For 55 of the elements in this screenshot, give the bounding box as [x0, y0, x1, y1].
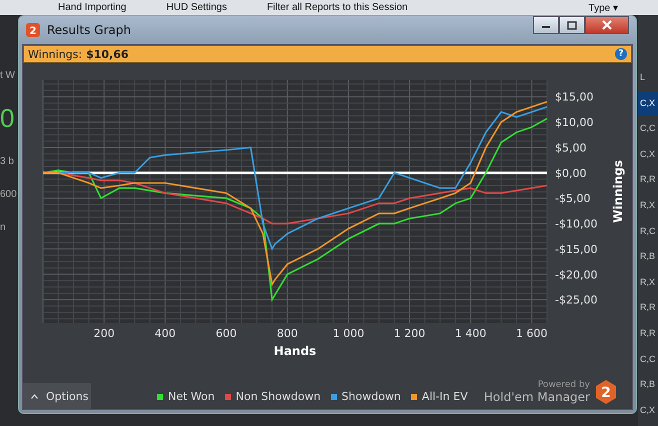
- table-cell[interactable]: C,C: [638, 346, 658, 372]
- toolbar-item[interactable]: Hand Importing: [58, 2, 126, 13]
- y-tick-label: $15,00: [555, 90, 594, 104]
- y-tick-label: -$25,00: [555, 294, 598, 307]
- table-cell[interactable]: R,B: [638, 244, 658, 270]
- table-cell[interactable]: R,X: [638, 270, 658, 296]
- table-cell[interactable]: C,C: [638, 116, 658, 142]
- y-axis-title: Winnings: [611, 160, 625, 223]
- legend-label: Net Won: [168, 390, 215, 403]
- x-tick-label: 1 600: [516, 327, 548, 340]
- help-button[interactable]: ?: [615, 48, 627, 60]
- legend-label: Showdown: [342, 390, 401, 403]
- toolbar-item[interactable]: HUD Settings: [166, 2, 227, 13]
- x-tick-label: 400: [154, 327, 176, 340]
- background-text: 600: [0, 189, 17, 200]
- legend-label: All-In EV: [422, 390, 468, 403]
- brand-logo: 2: [594, 379, 618, 405]
- background-text: t W: [0, 70, 15, 81]
- app-logo: 2: [26, 23, 40, 37]
- powered-by-text: Powered by: [538, 380, 590, 390]
- y-tick-label: $10,00: [555, 116, 594, 130]
- winnings-label: Winnings:: [28, 48, 82, 60]
- y-tick-label: -$10,00: [555, 218, 598, 231]
- background-text: n: [0, 222, 6, 233]
- column-header: L: [639, 71, 646, 84]
- table-cell[interactable]: R,R: [638, 320, 658, 347]
- legend-label: Non Showdown: [236, 390, 321, 403]
- y-tick-label: -$5,00: [555, 192, 590, 206]
- x-tick-label: 1 000: [332, 327, 364, 340]
- table-cell[interactable]: R,X: [638, 192, 658, 219]
- product-name: Hold'em Manager: [484, 390, 590, 404]
- options-button[interactable]: Options: [23, 383, 91, 409]
- y-tick-label: -$15,00: [555, 242, 598, 256]
- x-tick-label: 200: [94, 327, 115, 340]
- table-cell[interactable]: R,R: [638, 167, 658, 193]
- toolbar-item[interactable]: Type ▾: [588, 2, 618, 14]
- background-text: 0: [0, 103, 14, 134]
- x-tick-label: 800: [276, 327, 298, 340]
- y-tick-label: $5,00: [555, 141, 586, 154]
- x-tick-label: 1 200: [394, 327, 426, 340]
- winnings-value: $10,66: [86, 48, 129, 60]
- x-tick-label: 1 400: [454, 327, 486, 340]
- toolbar-item[interactable]: Filter all Reports to this Session: [266, 2, 408, 13]
- x-axis-title: Hands: [274, 344, 316, 358]
- table-cell[interactable]: C,X: [638, 142, 658, 168]
- background-text: 3 b: [0, 156, 14, 167]
- x-tick-label: 600: [216, 327, 237, 340]
- table-cell[interactable]: R,B: [638, 372, 658, 398]
- table-cell[interactable]: C,X: [638, 90, 658, 116]
- y-tick-label: -$20,00: [555, 268, 598, 282]
- table-cell[interactable]: R,C: [638, 218, 658, 244]
- table-cell[interactable]: C,X: [638, 398, 658, 424]
- window-title: Results Graph: [47, 23, 131, 37]
- table-cell[interactable]: R,R: [638, 295, 658, 321]
- y-tick-label: $0,00: [555, 166, 586, 180]
